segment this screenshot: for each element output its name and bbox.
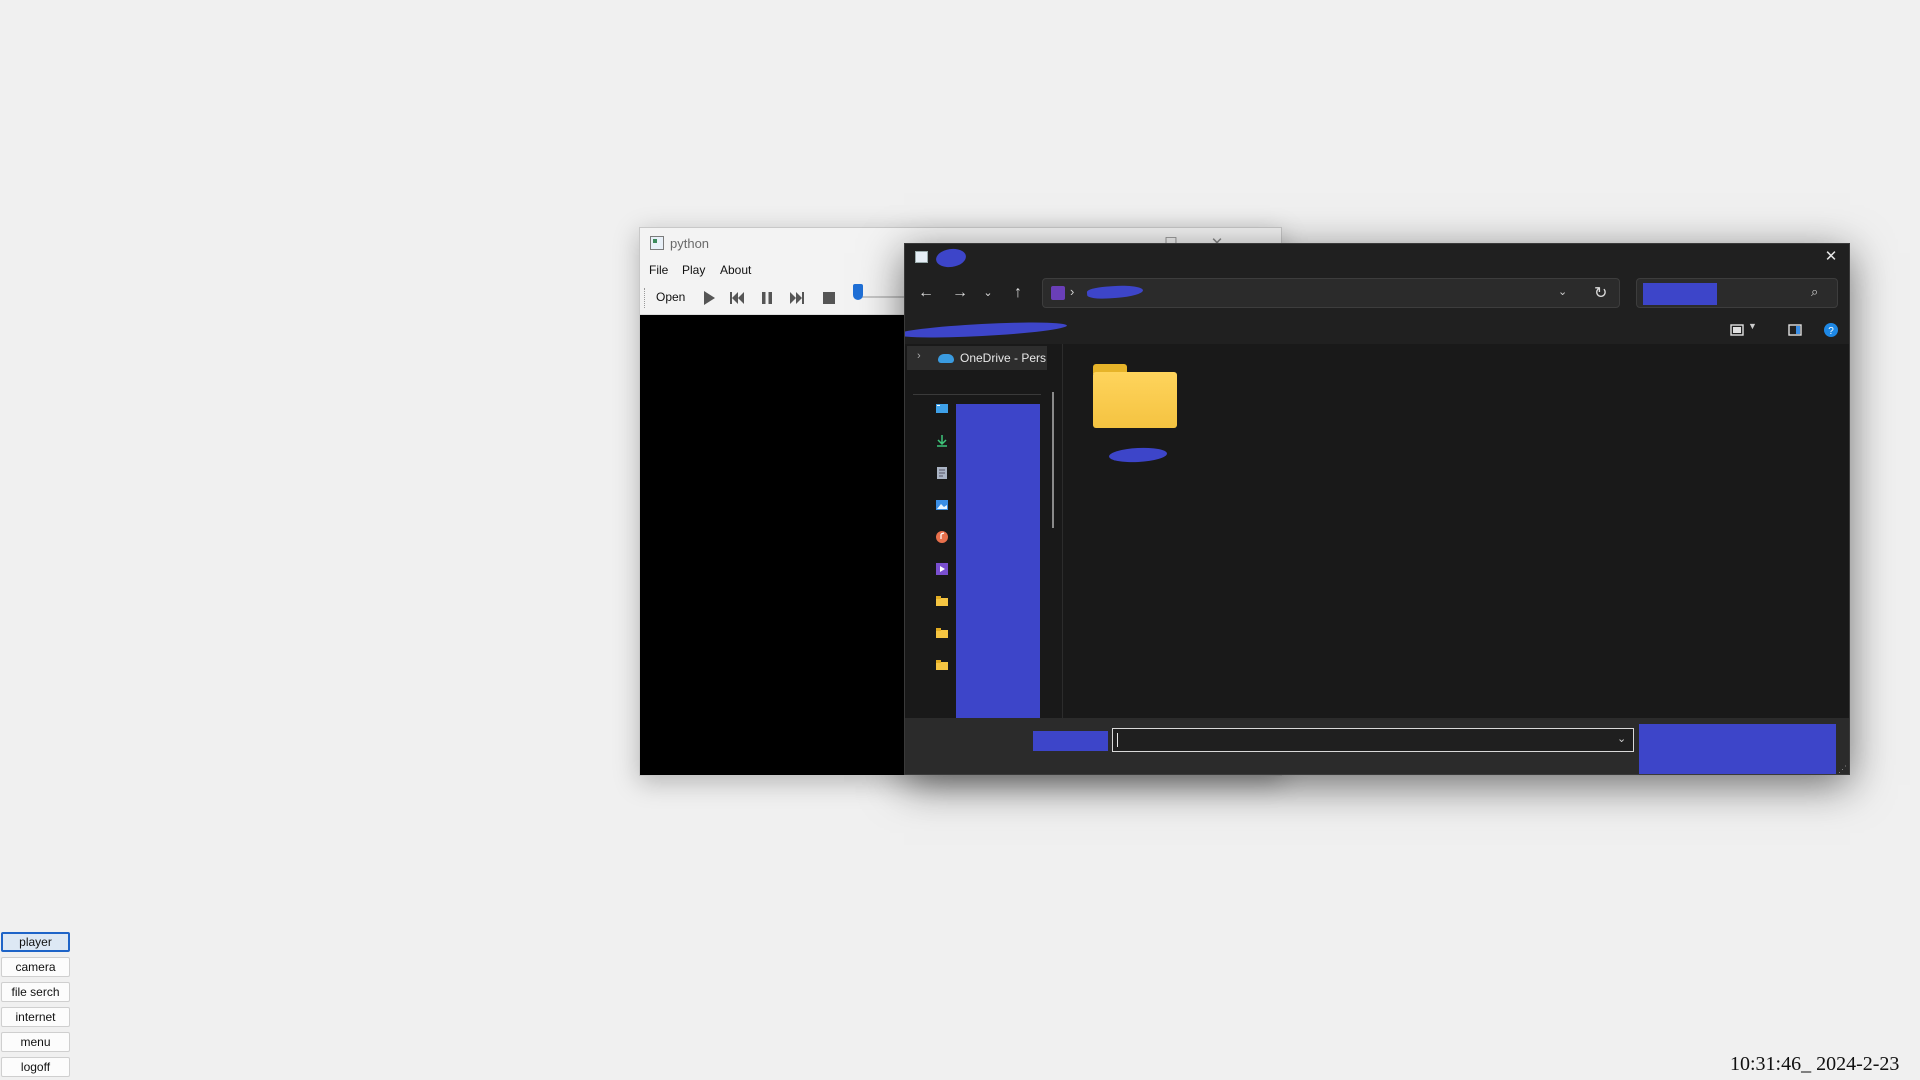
redacted-path [1086,284,1144,300]
launcher-menu-button[interactable]: menu [1,1032,70,1052]
menu-about[interactable]: About [720,263,751,277]
redacted-title [934,246,968,269]
navigation-pane: › OneDrive - Pers [905,344,1062,718]
search-box[interactable]: ⌕ [1636,278,1838,308]
recent-locations-icon[interactable]: ⌄ [977,282,999,304]
pictures-icon[interactable] [935,498,949,512]
chevron-right-icon[interactable]: › [917,350,921,362]
refresh-icon[interactable]: ↻ [1594,283,1607,303]
redacted-action-buttons[interactable] [1639,724,1836,774]
folder-item[interactable] [1091,364,1181,464]
divider [913,394,1041,395]
command-bar: ▼ ? [905,316,1849,344]
videos-icon[interactable] [935,562,949,576]
file-list [1063,344,1849,718]
nav-item-label: OneDrive - Pers [960,351,1047,365]
up-icon[interactable]: ↑ [1007,282,1029,304]
launcher-camera-button[interactable]: camera [1,957,70,977]
address-bar[interactable]: › ⌄ ↻ [1042,278,1620,308]
launcher-logoff-button[interactable]: logoff [1,1057,70,1077]
chevron-down-icon[interactable]: ⌄ [1558,285,1567,298]
back-icon[interactable]: ← [915,282,937,304]
window-title: python [670,236,710,251]
desktop-icon[interactable] [935,402,949,416]
redacted-search-placeholder [1643,283,1717,305]
chevron-right-icon[interactable]: › [1070,284,1074,299]
details-pane-icon[interactable] [1787,322,1803,338]
help-icon[interactable]: ? [1823,322,1839,338]
svg-text:?: ? [1828,326,1834,337]
launcher-file-search-button[interactable]: file serch [1,982,70,1002]
file-open-dialog: ✕ ← → ⌄ ↑ › ⌄ ↻ ⌕ ▼ ? › OneDrive - Pers … [904,243,1850,775]
search-icon[interactable]: ⌕ [1811,284,1818,300]
videos-icon [1051,286,1065,300]
forward-icon[interactable]: → [949,282,971,304]
redacted-filename-label [1033,731,1108,751]
menu-file[interactable]: File [649,263,668,277]
view-dropdown-icon[interactable]: ▼ [1748,321,1757,331]
toolbar-grip [644,288,647,308]
app-icon [915,251,928,263]
onedrive-icon [938,354,954,363]
launcher-internet-button[interactable]: internet [1,1007,70,1027]
text-caret [1117,733,1118,747]
dialog-titlebar[interactable]: ✕ [905,244,1849,270]
redacted-command-labels [905,319,1068,341]
folder-icon [1093,372,1177,428]
dialog-navbar: ← → ⌄ ↑ › ⌄ ↻ ⌕ [905,270,1849,316]
skip-back-icon[interactable] [728,289,746,307]
launcher-player-button[interactable]: player [1,932,70,952]
seek-slider-thumb[interactable] [853,284,863,300]
nav-item-onedrive[interactable]: › OneDrive - Pers [907,346,1047,370]
app-icon [650,236,664,250]
view-options-icon[interactable] [1729,322,1745,338]
stop-icon[interactable] [820,289,838,307]
chevron-down-icon[interactable]: ⌄ [1617,732,1626,745]
close-icon[interactable]: ✕ [1817,246,1845,268]
folder-icon[interactable] [935,626,949,640]
play-icon[interactable] [700,289,718,307]
open-button[interactable]: Open [656,290,685,304]
skip-forward-icon[interactable] [788,289,806,307]
resize-grip-icon[interactable]: ⋰ [1838,764,1847,774]
pause-icon[interactable] [758,289,776,307]
scrollbar[interactable] [1052,392,1054,528]
music-icon[interactable] [935,530,949,544]
folder-icon[interactable] [935,594,949,608]
documents-icon[interactable] [935,466,949,480]
menu-play[interactable]: Play [682,263,705,277]
dialog-footer: ⌄ [905,718,1849,774]
folder-icon[interactable] [935,658,949,672]
downloads-icon[interactable] [935,434,949,448]
filename-input[interactable]: ⌄ [1112,728,1634,752]
redacted-quick-access-labels [956,404,1040,718]
redacted-folder-name [1108,446,1168,464]
clock: 10:31:46_ 2024-2-23 [1730,1053,1900,1075]
